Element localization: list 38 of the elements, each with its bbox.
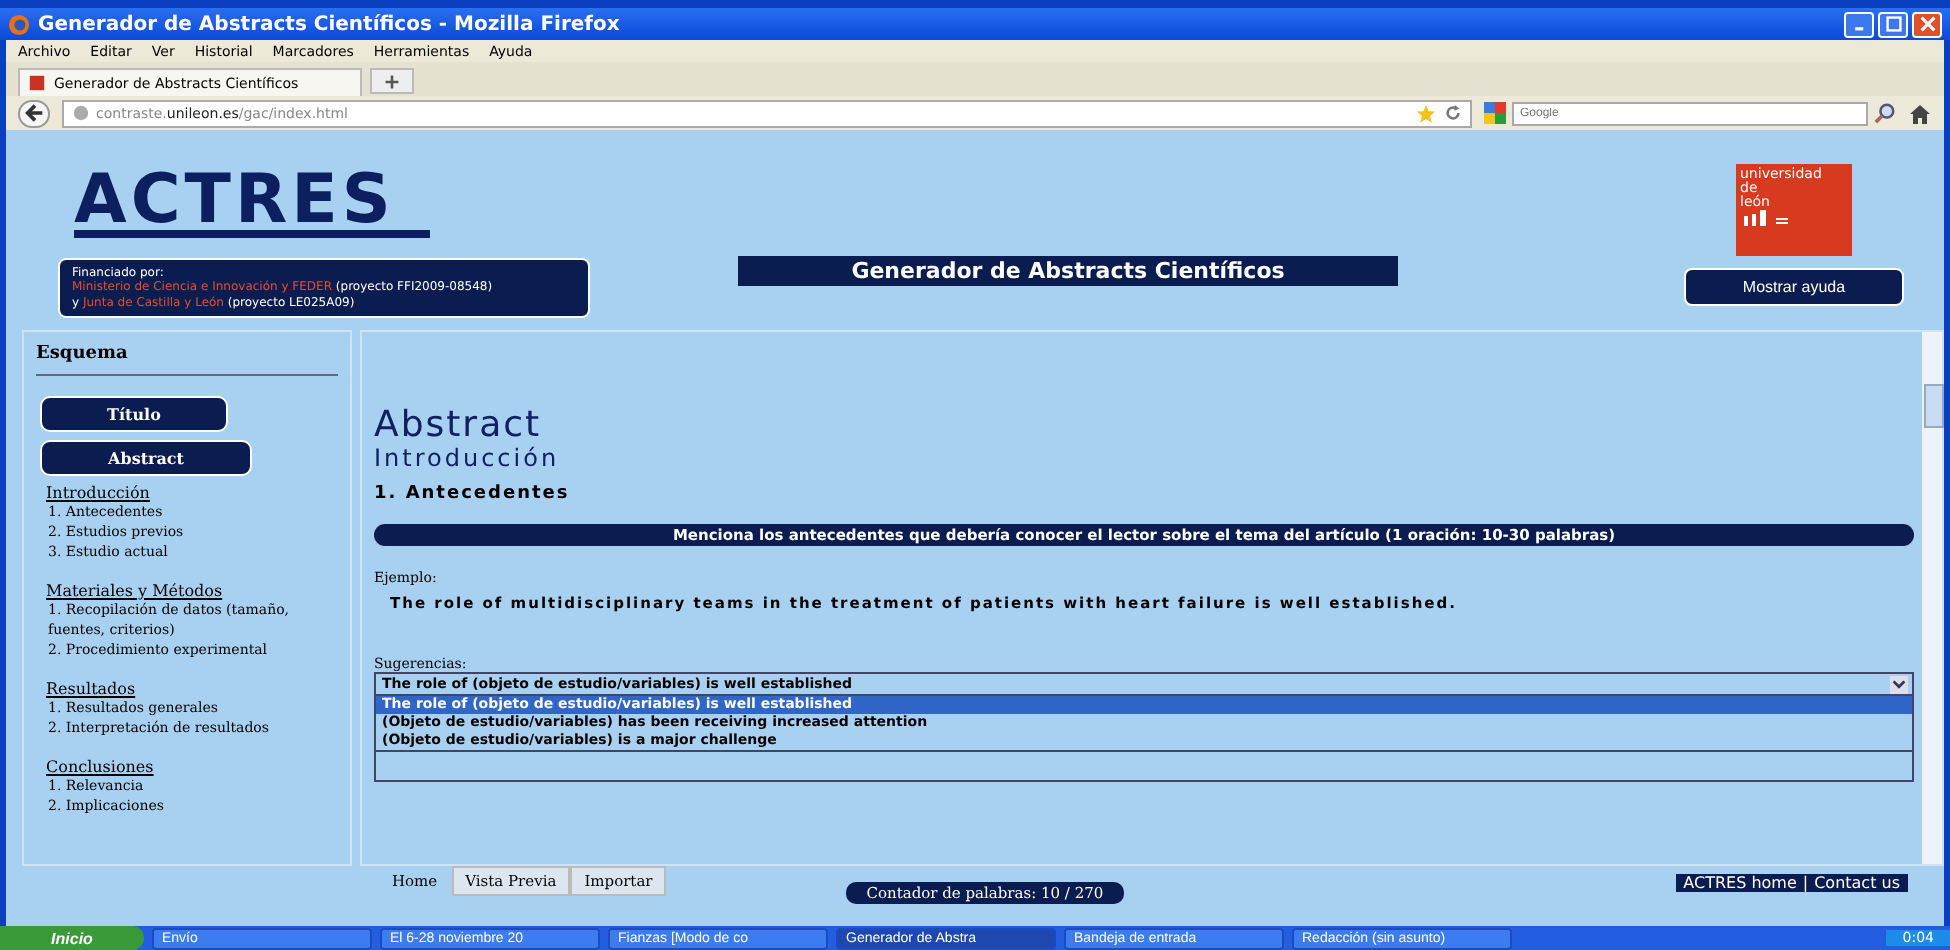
app-title: Generador de Abstracts Científicos (738, 256, 1398, 286)
home-icon[interactable] (1908, 101, 1932, 125)
footer-link[interactable]: ACTRES home (1683, 874, 1797, 892)
sidebar-title: Esquema (36, 344, 338, 376)
answer-box[interactable] (374, 752, 1914, 782)
outline-button[interactable]: Abstract (40, 440, 252, 476)
outline-button[interactable]: Título (40, 396, 228, 432)
close-button[interactable] (1912, 11, 1942, 37)
firefox-icon (8, 13, 30, 35)
maximize-button[interactable] (1878, 11, 1908, 37)
search-icon[interactable] (1874, 102, 1896, 124)
section-link[interactable]: Materiales y Métodos (46, 582, 338, 600)
window-title: Generador de Abstracts Científicos - Mozilla Firefox (38, 13, 622, 35)
new-tab-button[interactable] (370, 68, 414, 94)
page-heading: Abstract (374, 408, 544, 444)
scrollbar[interactable] (1922, 332, 1942, 864)
section-heading: Introducción (374, 444, 562, 472)
start-button[interactable]: Inicio (0, 926, 144, 950)
minimize-button[interactable] (1844, 11, 1874, 37)
section-link[interactable]: Conclusiones (46, 758, 338, 776)
google-icon[interactable] (1484, 102, 1506, 124)
dropdown-arrow-icon (1890, 675, 1908, 693)
actres-logo: ACTRES (74, 169, 430, 237)
globe-icon (72, 104, 90, 122)
subsection-heading: 1. Antecedentes (374, 484, 572, 504)
section-link[interactable]: Introducción (46, 484, 338, 502)
back-icon (23, 102, 45, 124)
plus-icon (384, 73, 400, 89)
star-icon[interactable] (1416, 103, 1436, 123)
close-icon (1919, 16, 1935, 32)
maximize-icon (1885, 16, 1901, 32)
back-button[interactable] (18, 99, 50, 127)
help-button[interactable]: Mostrar ayuda (1684, 268, 1904, 306)
footer-link[interactable]: Contact us (1814, 874, 1900, 892)
section-link[interactable]: Resultados (46, 680, 338, 698)
reload-icon[interactable] (1444, 104, 1462, 122)
link-separator: | (1802, 874, 1809, 892)
favicon-icon (28, 74, 46, 92)
